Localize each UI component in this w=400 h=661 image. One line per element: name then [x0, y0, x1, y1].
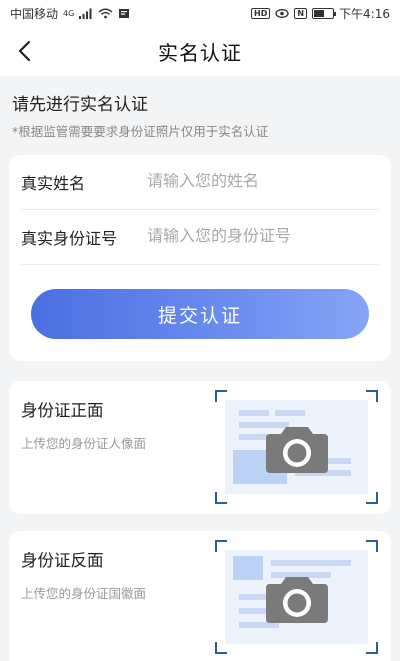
nfc-icon: N: [294, 7, 308, 19]
id-number-row: 真实身份证号: [21, 210, 379, 265]
name-row: 真实姓名: [21, 155, 379, 210]
intro-section: 请先进行实名认证 *根据监管需要要求身份证照片仅用于实名认证: [0, 76, 400, 140]
identity-form-card: 真实姓名 真实身份证号 提交认证: [9, 155, 391, 361]
id-front-title: 身份证正面: [21, 401, 104, 420]
battery-fill: [314, 9, 324, 17]
status-left: 中国移动 4G: [10, 5, 130, 22]
id-number-label: 真实身份证号: [21, 229, 118, 248]
eye-icon: [275, 8, 289, 18]
status-bar: 中国移动 4G HD N 下午4:16: [0, 0, 400, 26]
carrier-name: 中国移动: [10, 6, 59, 21]
id-back-card: 身份证反面 上传您的身份证国徽面: [9, 531, 391, 661]
notification-icon: [119, 8, 130, 18]
submit-button[interactable]: 提交认证: [31, 289, 369, 339]
id-back-upload[interactable]: [215, 540, 378, 654]
hd-icon: HD: [251, 7, 271, 19]
name-input[interactable]: [147, 173, 379, 191]
network-type: 4G: [63, 8, 75, 18]
status-right: HD N 下午4:16: [251, 5, 390, 22]
camera-icon: [265, 427, 328, 473]
chevron-left-icon[interactable]: [14, 38, 38, 64]
id-front-card: 身份证正面 上传您的身份证人像面: [9, 381, 391, 514]
name-label: 真实姓名: [21, 174, 86, 193]
nav-bar: 实名认证: [0, 26, 400, 76]
battery-icon: [312, 7, 337, 19]
wifi-icon: [98, 8, 113, 18]
id-card-front-illustration: [225, 400, 368, 494]
id-back-subtitle: 上传您的身份证国徽面: [21, 586, 147, 601]
id-number-input[interactable]: [147, 228, 379, 246]
id-front-subtitle: 上传您的身份证人像面: [21, 436, 147, 451]
status-time: 下午4:16: [339, 6, 390, 21]
id-front-upload[interactable]: [215, 390, 378, 504]
id-card-back-illustration: [225, 550, 368, 644]
signal-icon: [79, 8, 92, 19]
intro-title: 请先进行实名认证: [12, 95, 148, 115]
id-back-title: 身份证反面: [21, 551, 104, 570]
intro-note: *根据监管需要要求身份证照片仅用于实名认证: [12, 124, 269, 139]
page-title: 实名认证: [158, 40, 242, 65]
camera-icon: [265, 577, 328, 623]
